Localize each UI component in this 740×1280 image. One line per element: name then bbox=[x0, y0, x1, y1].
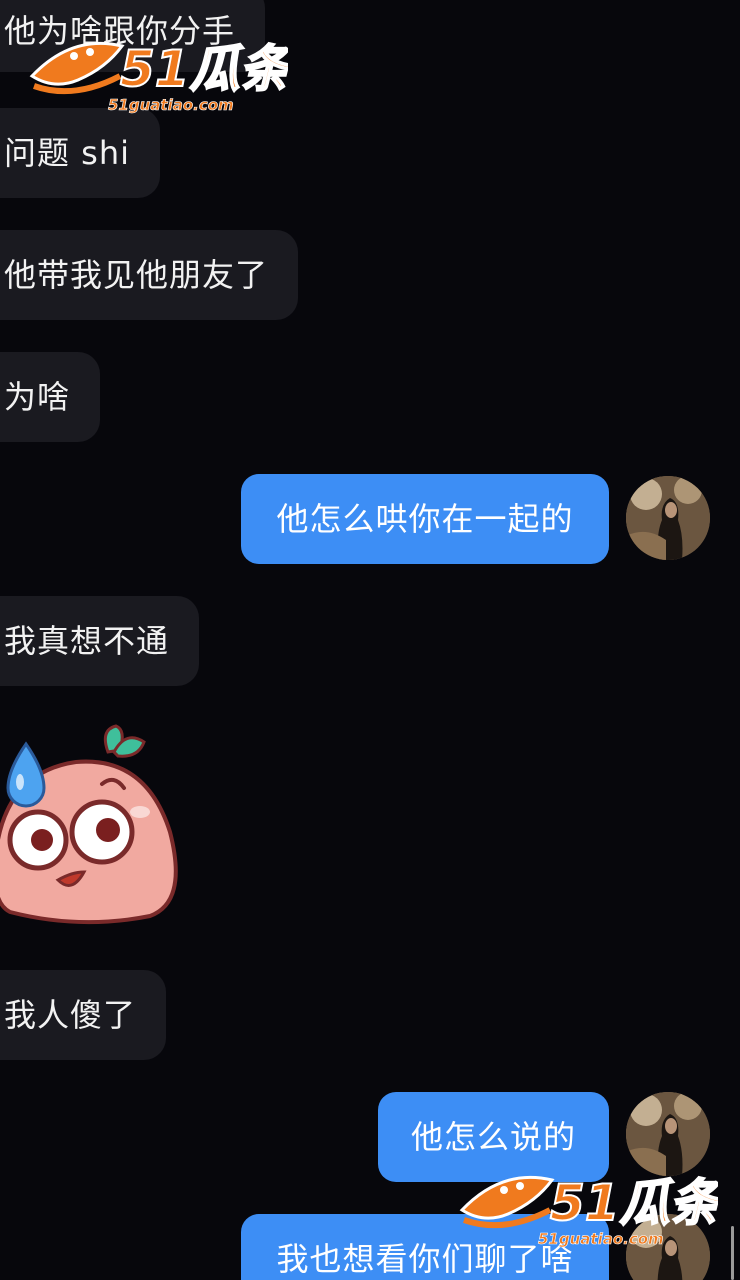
incoming-message[interactable]: 为啥 bbox=[0, 352, 101, 442]
user-avatar[interactable] bbox=[626, 476, 710, 560]
incoming-message[interactable]: 他带我见他朋友了 bbox=[0, 230, 299, 320]
svg-text:51瓜条: 51瓜条 bbox=[120, 40, 288, 98]
incoming-message[interactable]: 我人傻了 bbox=[0, 970, 167, 1060]
svg-text:51瓜条: 51瓜条 bbox=[550, 1174, 718, 1232]
incoming-message[interactable]: 我真想不通 bbox=[0, 596, 200, 686]
incoming-message[interactable]: 问题 shi bbox=[0, 108, 161, 198]
outgoing-message[interactable]: 他怎么哄你在一起的 bbox=[241, 474, 609, 564]
watermelon-logo-icon: 51瓜条 51guatiao.com bbox=[29, 39, 297, 114]
sweating-peach-emoji-sticker[interactable] bbox=[0, 722, 180, 932]
watermelon-logo-icon: 51瓜条 51guatiao.com bbox=[459, 1173, 727, 1248]
peach-emoji-icon bbox=[0, 724, 178, 925]
site-watermark: 51瓜条 51guatiao.com bbox=[28, 24, 297, 114]
svg-text:51guatiao.com: 51guatiao.com bbox=[538, 1230, 664, 1248]
scrollbar-thumb[interactable] bbox=[731, 1226, 734, 1280]
chat-screen: 他为啥跟你分手 问题 shi 他带我见他朋友了 为啥 他怎么哄你在一起的 我真想… bbox=[0, 0, 740, 1280]
site-watermark: 51瓜条 51guatiao.com bbox=[458, 1158, 727, 1248]
svg-text:51guatiao.com: 51guatiao.com bbox=[108, 96, 234, 114]
portrait-photo-icon bbox=[626, 476, 710, 560]
